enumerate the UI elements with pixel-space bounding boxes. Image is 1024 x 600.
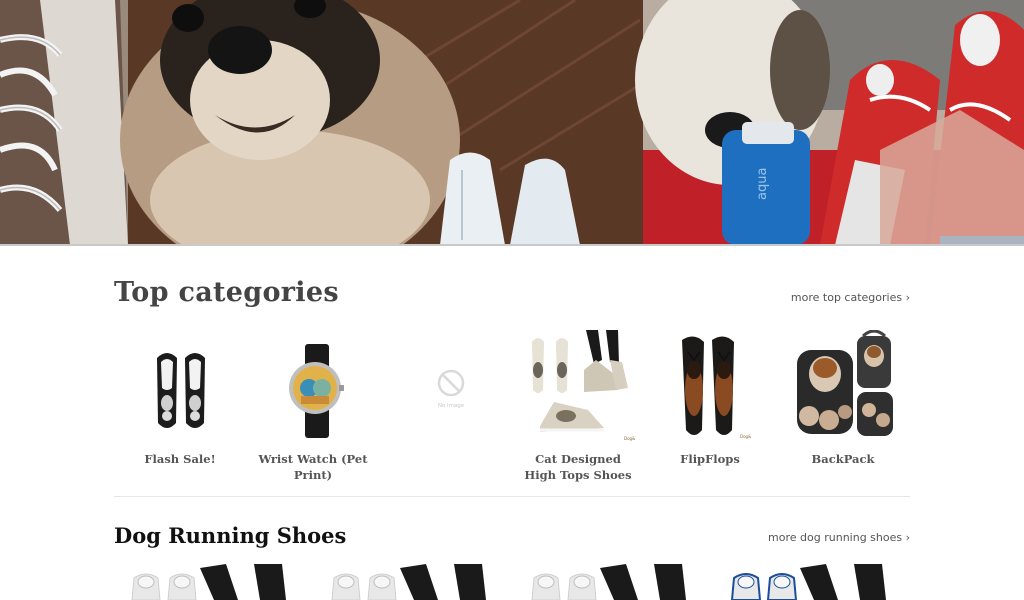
top-categories-title: Top categories [114, 277, 339, 308]
dog-running-shoes-header: Dog Running Shoes more dog running shoes… [114, 508, 910, 548]
product-card[interactable] [714, 564, 894, 600]
category-cat-shoes[interactable]: Dog& Cat Designed High Tops Shoes [512, 330, 644, 490]
category-label: Wrist Watch (Pet Print) [258, 452, 368, 482]
svg-text:Dog&: Dog& [740, 434, 751, 439]
hero-divider [0, 244, 1024, 246]
more-top-categories-link[interactable]: more top categories › [791, 291, 910, 304]
hero-banner[interactable]: aqua [0, 0, 1024, 245]
svg-text:aqua: aqua [755, 168, 770, 200]
no-image-text: No image [438, 403, 465, 409]
category-flash-sale[interactable]: Flash Sale! [114, 330, 246, 490]
dog-running-shoes-row [114, 564, 910, 600]
product-card[interactable] [114, 564, 294, 600]
more-dog-running-shoes-link[interactable]: more dog running shoes › [768, 531, 910, 544]
no-image-placeholder-icon: No image [437, 369, 465, 409]
category-label: Cat Designed High Tops Shoes [524, 452, 632, 482]
section-divider [114, 496, 910, 497]
svg-text:Dog&: Dog& [624, 436, 635, 441]
dog-running-shoes-title: Dog Running Shoes [114, 523, 347, 548]
category-no-image[interactable]: No image [379, 330, 511, 490]
product-card[interactable] [514, 564, 694, 600]
watch-image [289, 344, 344, 438]
running-shoe-image [531, 564, 686, 600]
category-wrist-watch[interactable]: Wrist Watch (Pet Print) [247, 330, 379, 490]
top-categories-header: Top categories more top categories › [114, 268, 910, 308]
category-label: BackPack [811, 452, 875, 466]
hero-banner-image: aqua [0, 0, 1024, 245]
top-categories-grid: Flash Sale! Wrist Watch (Pet Print) No i… [114, 330, 910, 490]
running-shoe-image [730, 564, 886, 600]
flipflops-image: Dog& [682, 336, 751, 439]
backpack-image [797, 330, 893, 436]
category-flipflops[interactable]: Dog& FlipFlops [644, 330, 776, 490]
sneakers-image [157, 353, 205, 428]
category-label: Flash Sale! [144, 452, 216, 466]
running-shoe-image [131, 564, 286, 600]
running-shoe-image [331, 564, 486, 600]
category-backpack[interactable]: BackPack [777, 330, 909, 490]
product-card[interactable] [314, 564, 494, 600]
category-label: FlipFlops [680, 452, 740, 466]
cat-shoes-image: Dog& [532, 330, 635, 441]
